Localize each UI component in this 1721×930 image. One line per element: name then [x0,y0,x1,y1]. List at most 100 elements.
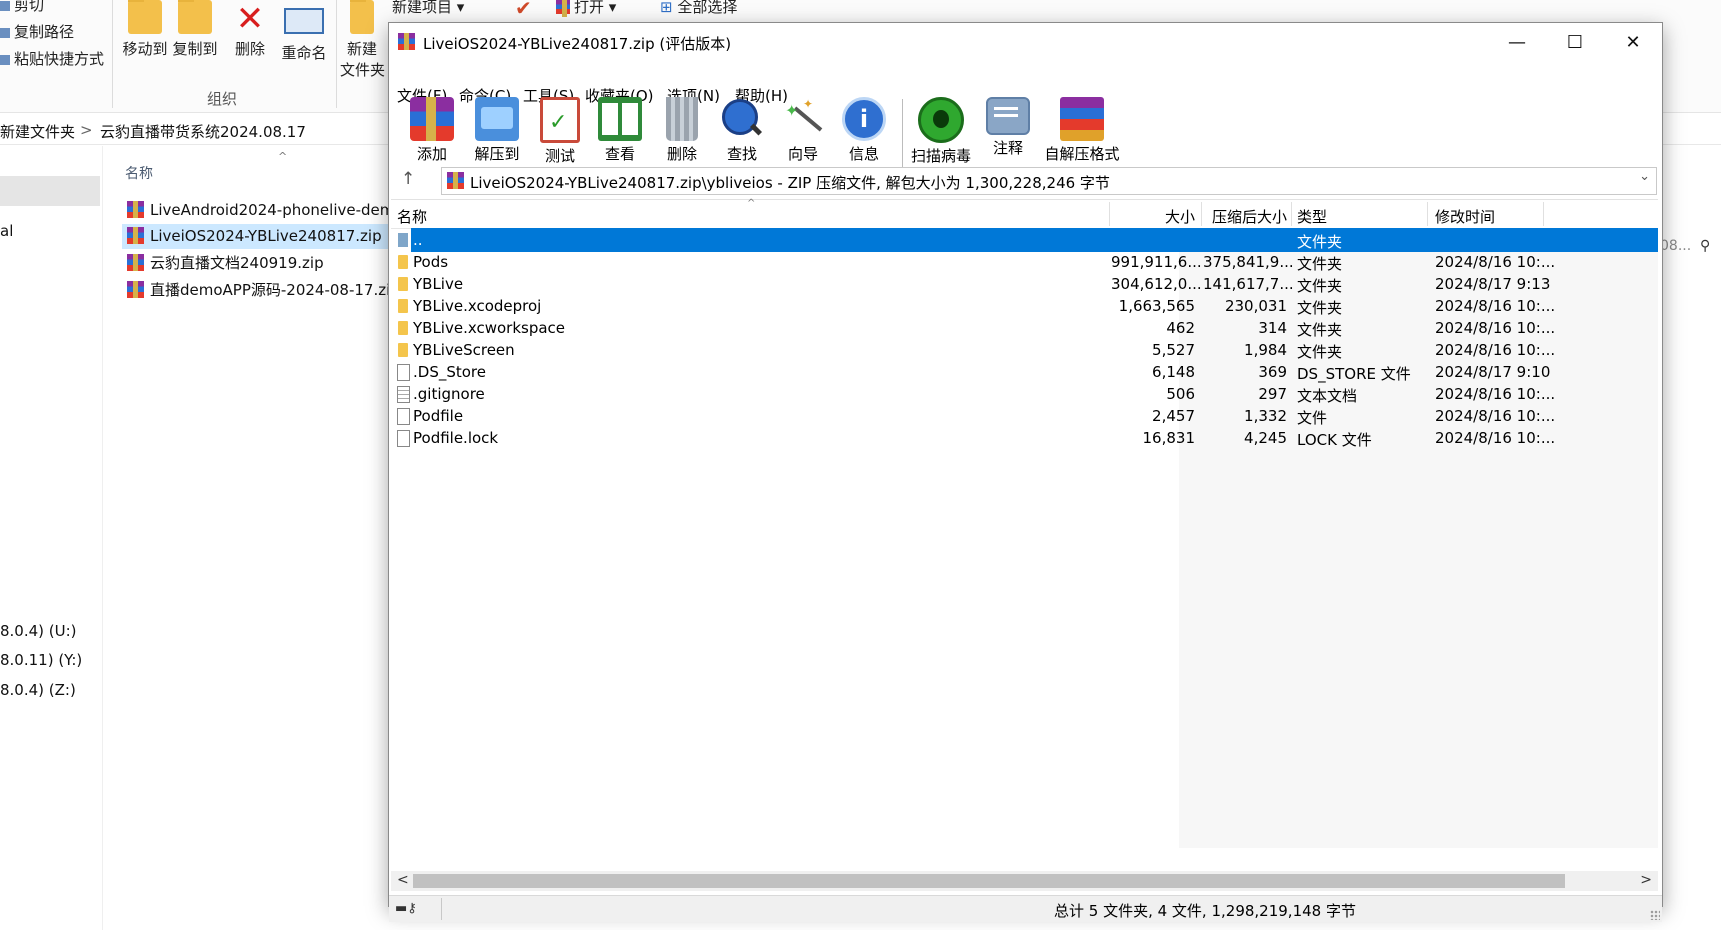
scissors-icon [0,0,10,11]
scan-virus-button[interactable]: 扫描病毒 [905,91,977,173]
nav-selected-item[interactable] [0,176,100,206]
path-combobox[interactable]: LiveiOS2024-YBLive240817.zip\ybliveios -… [441,167,1657,195]
cell-type: 文件夹 [1297,277,1343,295]
column-divider[interactable] [1201,202,1202,226]
comment-button[interactable]: 注释 [977,91,1039,173]
table-row[interactable]: .gitignore 506 297 文本文档 2024/8/16 10:... [391,382,1658,406]
cell-packed: 230,031 [1224,297,1287,315]
toolbar-separator [902,99,903,169]
column-divider[interactable] [1291,202,1292,226]
paste-shortcut-button[interactable]: 粘贴快捷方式 [0,48,104,69]
table-row[interactable]: Pods 991,911,6... 375,841,9... 文件夹 2024/8/16… [391,250,1658,274]
horizontal-scrollbar[interactable]: < > [391,871,1658,891]
scrollbar-thumb[interactable] [413,874,1565,888]
wizard-button[interactable]: ✦ ✦ 向导 [772,91,834,173]
breadcrumb-current[interactable]: 云豹直播带货系统2024.08.17 [100,121,306,142]
copy-path-button[interactable]: 复制路径 [0,21,74,42]
cell-packed: 314 [1258,319,1287,337]
copy-to-button[interactable]: 复制到 [170,0,220,59]
select-all-button[interactable]: ⊞ 全部选择 [660,0,737,17]
navigation-pane: al 8.0.4) (U:) 8.0.11) (Y:) 8.0.4) (Z:) [0,146,103,930]
cell-name: .. [413,231,423,249]
column-header-type[interactable]: 类型 [1297,206,1327,227]
cell-packed: 1,984 [1244,341,1287,359]
info-button[interactable]: i 信息 [833,91,895,173]
scroll-left-icon[interactable]: < [397,872,409,888]
close-button[interactable]: ✕ [1604,23,1662,63]
find-button[interactable]: 查找 [711,91,773,173]
file-list[interactable]: 名称 ^ 大小 压缩后大小 类型 修改时间 .. 文件夹 Pods 991,911,6… [391,198,1658,872]
table-row[interactable]: YBLive.xcodeproj 1,663,565 230,031 文件夹 2024/… [391,294,1658,318]
up-one-level-icon[interactable]: ↑ [401,169,415,189]
rename-icon [284,8,324,34]
up-folder-icon [398,233,408,247]
breadcrumb-parent[interactable]: 新建文件夹 [0,121,75,142]
toolbar-delete-button[interactable]: 删除 [651,91,713,173]
virus-scan-icon [918,97,964,143]
minimize-button[interactable]: — [1488,23,1546,63]
cell-name: .gitignore [413,385,485,403]
table-row[interactable]: YBLive.xcworkspace 462 314 文件夹 2024/8/16 10:… [391,316,1658,340]
folder-icon [398,277,408,291]
sfx-button[interactable]: 自解压格式 [1040,91,1124,173]
trash-can-icon [666,97,698,141]
cell-name: Pods [413,253,449,271]
nav-item-partial[interactable]: al [0,222,13,240]
search-box-hint[interactable]: 08... [1660,238,1691,254]
cell-size: 2,457 [1152,407,1195,425]
resize-grip[interactable] [1650,910,1660,920]
column-divider[interactable] [1427,202,1428,226]
table-row[interactable]: .DS_Store 6,148 369 DS_STORE 文件 2024/8/17 9:… [391,360,1658,384]
search-icon[interactable]: ⚲ [1700,238,1710,254]
cell-packed: 369 [1258,363,1287,381]
extract-to-button[interactable]: 解压到 [466,91,528,173]
test-button[interactable]: ✓ 测试 [529,91,591,173]
copy-to-folder-icon [178,0,212,34]
open-check-icon[interactable]: ✔ [515,0,532,20]
table-row[interactable]: Podfile.lock 16,831 4,245 LOCK 文件 2024/8/16 … [391,426,1658,450]
status-summary: 总计 5 文件夹, 4 文件, 1,298,219,148 字节 [1054,902,1356,920]
cell-size: 506 [1166,385,1195,403]
path-row: ↑ LiveiOS2024-YBLive240817.zip\ybliveios… [389,163,1662,197]
rename-button[interactable]: 重命名 [278,0,330,63]
table-row[interactable]: Podfile 2,457 1,332 文件 2024/8/16 10:... [391,404,1658,428]
column-divider[interactable] [1109,202,1110,226]
column-header-packed[interactable]: 压缩后大小 [1203,206,1287,227]
cell-size: 6,148 [1152,363,1195,381]
open-button[interactable]: 打开 ▾ [556,0,616,17]
list-item[interactable]: 云豹直播文档240919.zip [122,251,392,276]
new-folder-button[interactable]: 新建 文件夹 [340,0,385,80]
add-button[interactable]: 添加 [401,91,463,173]
nav-item-drive-z[interactable]: 8.0.4) (Z:) [0,681,76,699]
drive-key-icon[interactable]: ▬⚷ [395,901,417,916]
magic-wand-icon: ✦ ✦ [781,97,825,141]
table-row[interactable]: YBLiveScreen 5,527 1,984 文件夹 2024/8/16 10:..… [391,338,1658,362]
nav-item-drive-u[interactable]: 8.0.4) (U:) [0,622,77,640]
cell-modified: 2024/8/16 10:... [1435,341,1556,359]
title-bar[interactable]: LiveiOS2024-YBLive240817.zip (评估版本) — ☐ … [389,23,1662,63]
cut-button[interactable]: 剪切 [0,0,44,15]
table-row[interactable]: YBLive 304,612,0... 141,617,7... 文件夹 2024/8/… [391,272,1658,296]
table-row-selected[interactable]: .. 文件夹 [391,228,1658,252]
nav-item-drive-y[interactable]: 8.0.11) (Y:) [0,651,82,669]
move-to-button[interactable]: 移动到 [120,0,170,59]
maximize-button[interactable]: ☐ [1546,23,1604,63]
column-divider[interactable] [1543,202,1544,226]
column-header-size[interactable]: 大小 [1111,206,1195,227]
explorer-delete-button[interactable]: ✕ 删除 [228,0,272,59]
sort-ascending-icon: ^ [747,198,756,209]
cell-modified: 2024/8/16 10:... [1435,253,1556,271]
view-button[interactable]: 查看 [589,91,651,173]
text-file-icon [397,386,410,403]
menu-bar: 文件(F) 命令(C) 工具(S) 收藏夹(O) 选项(N) 帮助(H) [389,63,1662,105]
cell-type: 文件夹 [1297,233,1343,251]
scroll-right-icon[interactable]: > [1640,872,1652,888]
name-column-header[interactable]: 名称 [125,163,153,183]
list-item[interactable]: LiveAndroid2024-phonelive-demo [122,198,392,223]
list-item[interactable]: 直播demoAPP源码-2024-08-17.zip [122,278,392,303]
column-header-modified[interactable]: 修改时间 [1435,206,1495,227]
new-item-button[interactable]: 新建项目 ▾ [392,0,464,17]
column-header-name[interactable]: 名称 [397,206,427,227]
chevron-down-icon[interactable]: ⌄ [1639,169,1650,184]
list-item-selected[interactable]: LiveiOS2024-YBLive240817.zip [122,224,392,249]
